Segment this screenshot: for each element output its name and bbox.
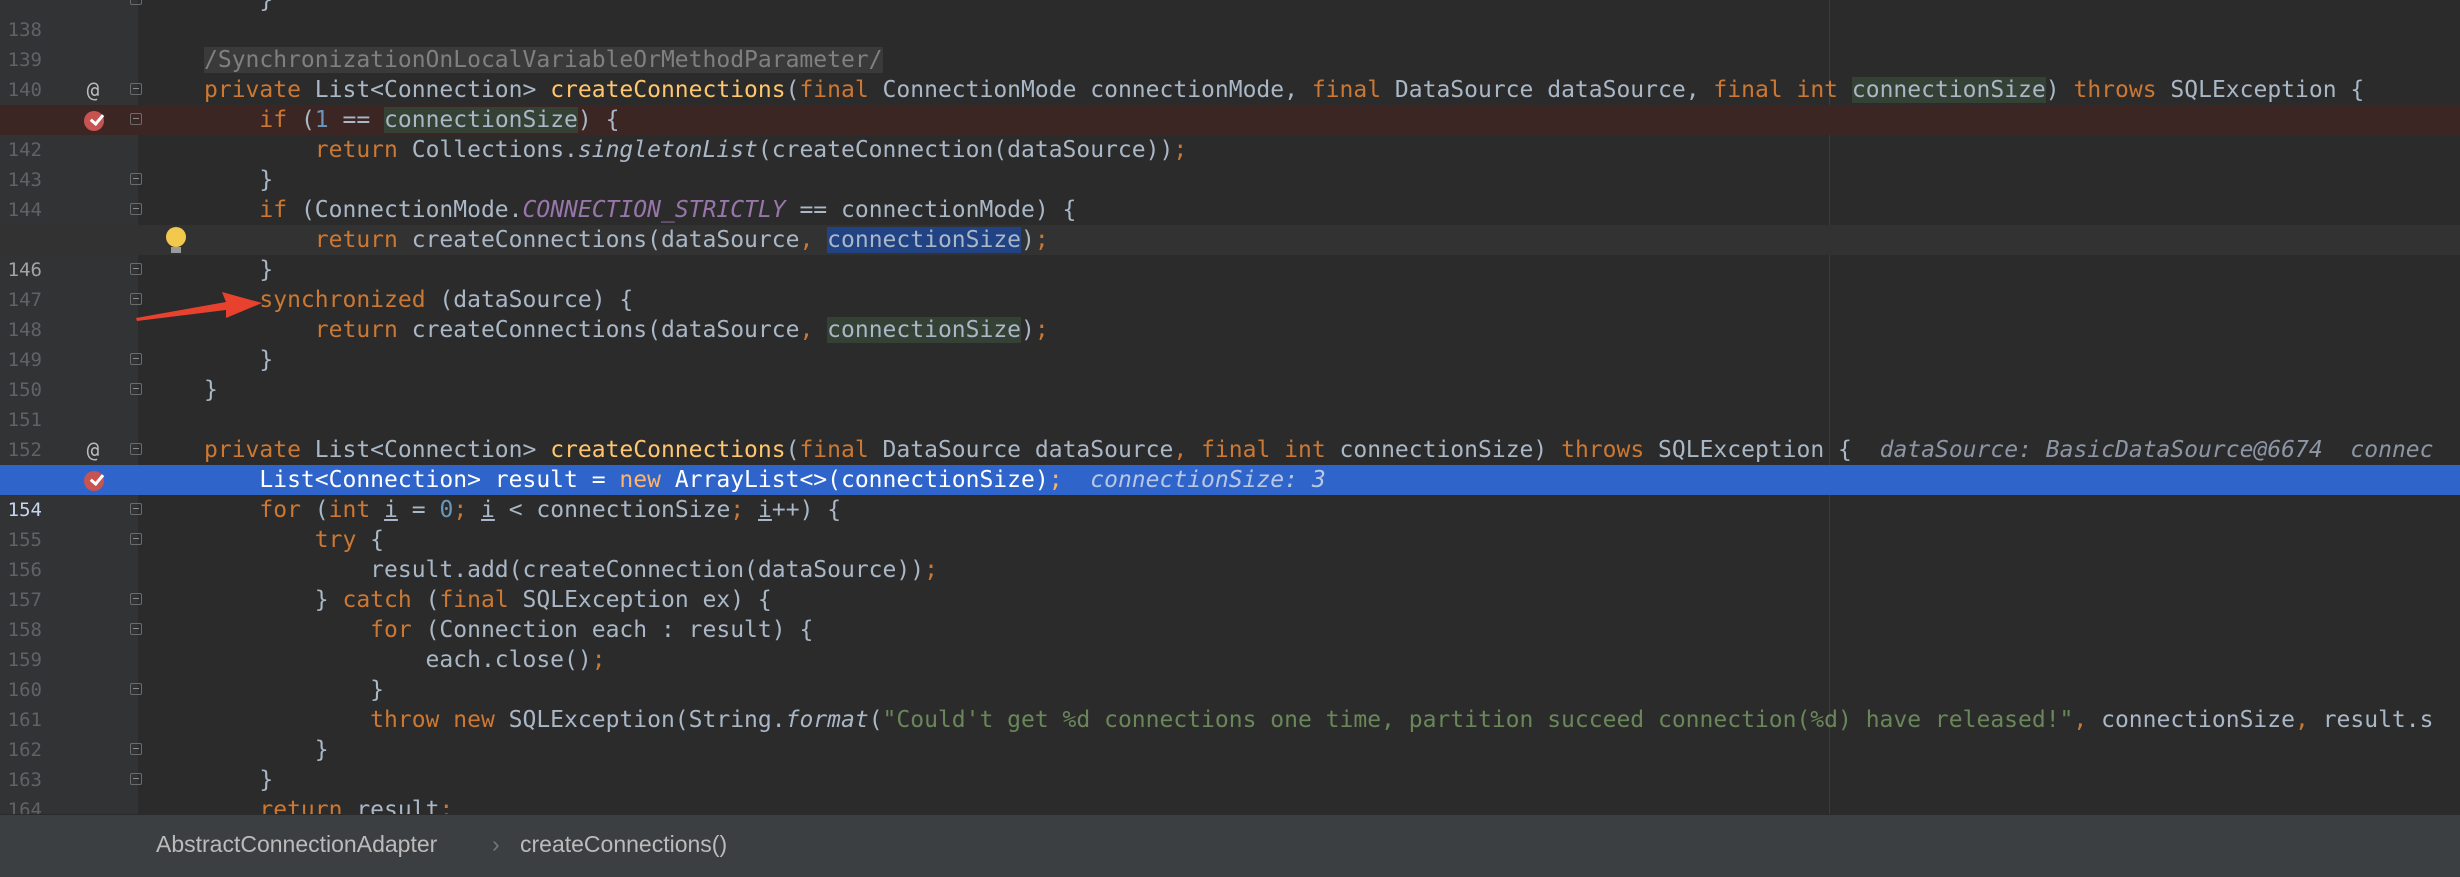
code-text: return result; bbox=[259, 797, 454, 814]
code-line-149[interactable]: 149 return createConnections(dataSource,… bbox=[0, 315, 2460, 371]
code-text: private List<Connection> createConnectio… bbox=[204, 437, 2434, 463]
code-text: } bbox=[204, 347, 274, 373]
code-text: return Collections.singletonList(createC… bbox=[314, 137, 1188, 163]
code-line-151[interactable]: 151 } bbox=[0, 375, 2460, 431]
red-arrow-annotation bbox=[136, 292, 262, 321]
fold-icon[interactable] bbox=[130, 83, 142, 95]
code-text: return createConnections(dataSource, con… bbox=[314, 227, 1049, 253]
lightbulb-icon[interactable] bbox=[166, 227, 186, 253]
breadcrumb-item-method[interactable]: createConnections() bbox=[520, 831, 727, 858]
code-line-157[interactable]: 157 result.add(createConnection(dataSour… bbox=[0, 555, 2460, 611]
code-line-142[interactable]: 142 if (1 == connectionSize) { bbox=[0, 105, 2460, 161]
code-line-160[interactable]: 160 each.close(); bbox=[0, 645, 2460, 701]
code-text: result.add(createConnection(dataSource))… bbox=[204, 557, 938, 583]
fold-icon[interactable] bbox=[130, 353, 142, 365]
code-text: } bbox=[204, 257, 274, 283]
code-text: } bbox=[204, 737, 329, 763]
fold-icon[interactable] bbox=[130, 203, 142, 215]
code-line-140[interactable]: 140 /SynchronizationOnLocalVariableOrMet… bbox=[0, 45, 2460, 101]
code-text: try { bbox=[314, 527, 385, 553]
code-line-144[interactable]: 144 } bbox=[0, 165, 2460, 221]
code-text: return createConnections(dataSource, con… bbox=[314, 317, 1049, 343]
code-text: /SynchronizationOnLocalVariableOrMethodP… bbox=[204, 47, 883, 73]
fold-icon[interactable] bbox=[130, 623, 142, 635]
code-text: } bbox=[204, 767, 274, 793]
code-line-143[interactable]: 143 return Collections.singletonList(cre… bbox=[0, 135, 2460, 191]
fold-icon[interactable] bbox=[130, 383, 142, 395]
code-line-148[interactable]: 148 synchronized (dataSource) { bbox=[0, 285, 2460, 341]
code-text: synchronized (dataSource) { bbox=[259, 287, 634, 313]
fold-icon[interactable] bbox=[130, 773, 142, 785]
code-editor[interactable]: 138 } 139 140 /SynchronizationOnLocalVar… bbox=[0, 0, 2460, 814]
code-line-150[interactable]: 150 } bbox=[0, 345, 2460, 401]
code-text: } catch (final SQLException ex) { bbox=[204, 587, 772, 613]
code-line-159[interactable]: 159 for (Connection each : result) { bbox=[0, 615, 2460, 671]
code-text: each.close(); bbox=[204, 647, 606, 673]
code-text: } bbox=[204, 377, 218, 403]
code-line-158[interactable]: 158 } catch (final SQLException ex) { bbox=[0, 585, 2460, 641]
code-line-152[interactable]: 152 bbox=[0, 405, 2460, 461]
code-line-138[interactable]: 138 } bbox=[0, 0, 2460, 41]
breakpoint-icon[interactable] bbox=[84, 111, 104, 131]
code-line-162[interactable]: 162 throw new SQLException(String.format… bbox=[0, 705, 2460, 761]
code-text: throw new SQLException(String.format("Co… bbox=[370, 707, 2434, 733]
code-line-153[interactable]: 153 @ private List<Connection> createCon… bbox=[0, 435, 2460, 491]
code-text: if (ConnectionMode.CONNECTION_STRICTLY =… bbox=[259, 197, 1077, 223]
fold-icon[interactable] bbox=[130, 263, 142, 275]
fold-icon[interactable] bbox=[130, 113, 142, 125]
code-line-154[interactable]: 154 List<Connection> result = new ArrayL… bbox=[0, 465, 2460, 521]
breadcrumb: AbstractConnectionAdapter › createConnec… bbox=[0, 814, 2460, 877]
code-line-155[interactable]: 155 for (int i = 0; i < connectionSize; … bbox=[0, 495, 2460, 551]
fold-icon[interactable] bbox=[130, 533, 142, 545]
code-line-146[interactable]: 146 return createConnections(dataSource,… bbox=[0, 225, 2460, 281]
code-text: if (1 == connectionSize) { bbox=[259, 107, 620, 133]
inline-debug-value: connectionSize: 3 bbox=[1090, 467, 1326, 493]
breadcrumb-item-class[interactable]: AbstractConnectionAdapter bbox=[156, 831, 437, 858]
code-text: for (int i = 0; i < connectionSize; i++)… bbox=[259, 497, 842, 523]
code-line-161[interactable]: 161 } bbox=[0, 675, 2460, 731]
fold-icon[interactable] bbox=[130, 0, 142, 5]
code-line-141[interactable]: 141 @ private List<Connection> createCon… bbox=[0, 75, 2460, 131]
code-line-147[interactable]: 147 } bbox=[0, 255, 2460, 311]
fold-icon[interactable] bbox=[130, 173, 142, 185]
fold-icon[interactable] bbox=[130, 443, 142, 455]
inline-debug-value: dataSource: BasicDataSource@6674 connec bbox=[1879, 437, 2434, 463]
code-line-164[interactable]: 164 } bbox=[0, 765, 2460, 814]
fold-icon[interactable] bbox=[130, 743, 142, 755]
code-text: private List<Connection> createConnectio… bbox=[204, 77, 2365, 103]
code-line-163[interactable]: 163 } bbox=[0, 735, 2460, 791]
code-line-156[interactable]: 156 try { bbox=[0, 525, 2460, 581]
fold-icon[interactable] bbox=[130, 683, 142, 695]
fold-icon[interactable] bbox=[130, 503, 142, 515]
override-marker-icon[interactable]: @ bbox=[82, 439, 104, 461]
code-text: } bbox=[204, 167, 274, 193]
fold-icon[interactable] bbox=[130, 593, 142, 605]
code-text: } bbox=[259, 0, 274, 13]
chevron-right-icon: › bbox=[492, 831, 500, 857]
code-text: for (Connection each : result) { bbox=[370, 617, 814, 643]
code-line-145[interactable]: 145 if (ConnectionMode.CONNECTION_STRICT… bbox=[0, 195, 2460, 251]
breakpoint-icon[interactable] bbox=[84, 471, 104, 491]
code-line-165[interactable]: 165 return result; bbox=[0, 795, 2460, 814]
override-marker-icon[interactable]: @ bbox=[82, 79, 104, 101]
code-line-139[interactable]: 139 bbox=[0, 15, 2460, 71]
code-text: } bbox=[204, 677, 385, 703]
code-text: List<Connection> result = new ArrayList<… bbox=[204, 467, 1326, 493]
